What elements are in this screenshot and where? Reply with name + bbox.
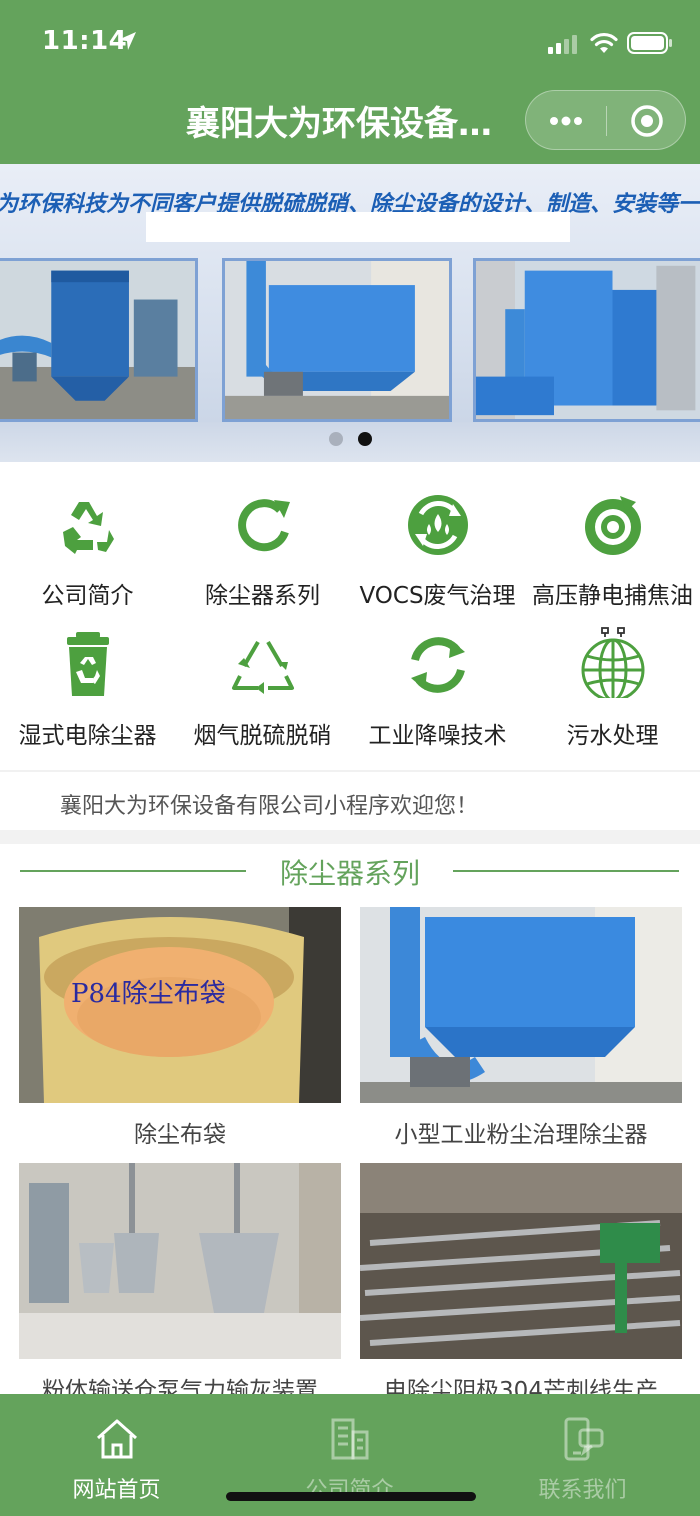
home-indicator-bar[interactable]	[226, 1492, 476, 1501]
category-hv-electrostatic-tar[interactable]: 高压静电捕焦油	[525, 462, 700, 609]
category-company-intro[interactable]: 公司简介	[0, 462, 175, 609]
more-dots-icon[interactable]	[543, 105, 589, 137]
section-separator	[0, 830, 700, 844]
product-image-filter-bag: P84除尘布袋	[19, 907, 341, 1103]
capsule-divider	[606, 106, 607, 136]
section-title-rule-left	[20, 870, 246, 872]
banner-photo-dust-collector-3	[473, 258, 700, 422]
tab-contact-us[interactable]: 联系我们	[466, 1394, 699, 1516]
building-icon	[331, 1418, 369, 1460]
carousel-dot-2-active[interactable]	[358, 432, 372, 446]
product-name: 小型工业粉尘治理除尘器	[394, 1122, 648, 1148]
cellular-signal-icon	[548, 35, 577, 54]
banner-carousel[interactable]: 为环保科技为不同客户提供脱硫脱硝、除尘设备的设计、制造、安装等一系列	[0, 164, 700, 462]
category-vocs-waste-gas[interactable]: VOCS废气治理	[350, 462, 525, 609]
battery-icon	[627, 32, 672, 54]
phone-chat-icon	[564, 1417, 604, 1461]
category-industrial-noise-reduction[interactable]: 工业降噪技术	[350, 602, 525, 749]
spiral-cycle-icon	[585, 496, 641, 555]
product-image-dust-collector	[360, 907, 682, 1103]
category-label: 湿式电除尘器	[18, 723, 157, 749]
refresh-arc-icon	[238, 499, 290, 552]
tab-home[interactable]: 网站首页	[0, 1394, 233, 1516]
product-card[interactable]: 粉体输送仓泵气力输灰装置	[19, 1163, 341, 1405]
category-grid: 公司简介 除尘器系列 VOCS废气治理 高压静电捕焦油 湿式电除尘器 烟气脱硫脱…	[0, 462, 700, 770]
product-image-barbed-wire-production	[360, 1163, 682, 1359]
product-image-caption: P84除尘布袋	[71, 979, 226, 1009]
welcome-text: 襄阳大为环保设备有限公司小程序欢迎您！	[60, 794, 479, 819]
globe-network-icon	[581, 627, 645, 698]
category-flue-gas-desulfurization[interactable]: 烟气脱硫脱硝	[175, 602, 350, 749]
category-dust-collector-series[interactable]: 除尘器系列	[175, 462, 350, 609]
water-drops-cycle-icon	[408, 495, 468, 555]
location-arrow-icon	[118, 32, 136, 50]
category-label: 烟气脱硫脱硝	[193, 723, 332, 749]
wifi-icon	[590, 32, 618, 53]
carousel-indicator	[327, 430, 377, 448]
product-image-pneumatic-conveyor	[19, 1163, 341, 1359]
recycle-triangle-icon	[232, 640, 294, 694]
page-title: 襄阳大为环保设备…	[186, 104, 492, 144]
category-label: 工业降噪技术	[368, 723, 507, 749]
category-wet-esp[interactable]: 湿式电除尘器	[0, 602, 175, 749]
section-title-rule-right	[453, 870, 679, 872]
product-card[interactable]: 电除尘阴极304芒刺线生产	[360, 1163, 682, 1405]
product-name: 除尘布袋	[134, 1122, 226, 1148]
tab-label: 联系我们	[538, 1478, 627, 1503]
close-target-icon[interactable]	[629, 103, 665, 139]
banner-white-strip	[146, 212, 570, 242]
category-sewage-treatment[interactable]: 污水处理	[525, 602, 700, 749]
carousel-dot-1[interactable]	[329, 432, 343, 446]
sync-arrows-icon	[411, 637, 465, 693]
product-card[interactable]: P84除尘布袋 除尘布袋	[19, 907, 341, 1149]
welcome-notice: 襄阳大为环保设备有限公司小程序欢迎您！	[0, 770, 700, 830]
status-time: 11:14	[42, 26, 128, 56]
category-label: 污水处理	[566, 723, 659, 749]
banner-photo-dust-collector-1	[0, 258, 198, 422]
section-header: 除尘器系列	[0, 852, 700, 892]
product-card[interactable]: 小型工业粉尘治理除尘器	[360, 907, 682, 1149]
banner-photo-dust-collector-2	[222, 258, 452, 422]
section-title: 除尘器系列	[279, 857, 420, 890]
miniprogram-capsule	[525, 90, 686, 150]
tab-label: 网站首页	[72, 1478, 161, 1503]
home-icon	[96, 1419, 138, 1459]
app-header: 11:14 襄阳大为环保设备…	[0, 0, 700, 164]
recycle-icon	[63, 502, 114, 554]
recycle-bin-icon	[67, 632, 109, 696]
